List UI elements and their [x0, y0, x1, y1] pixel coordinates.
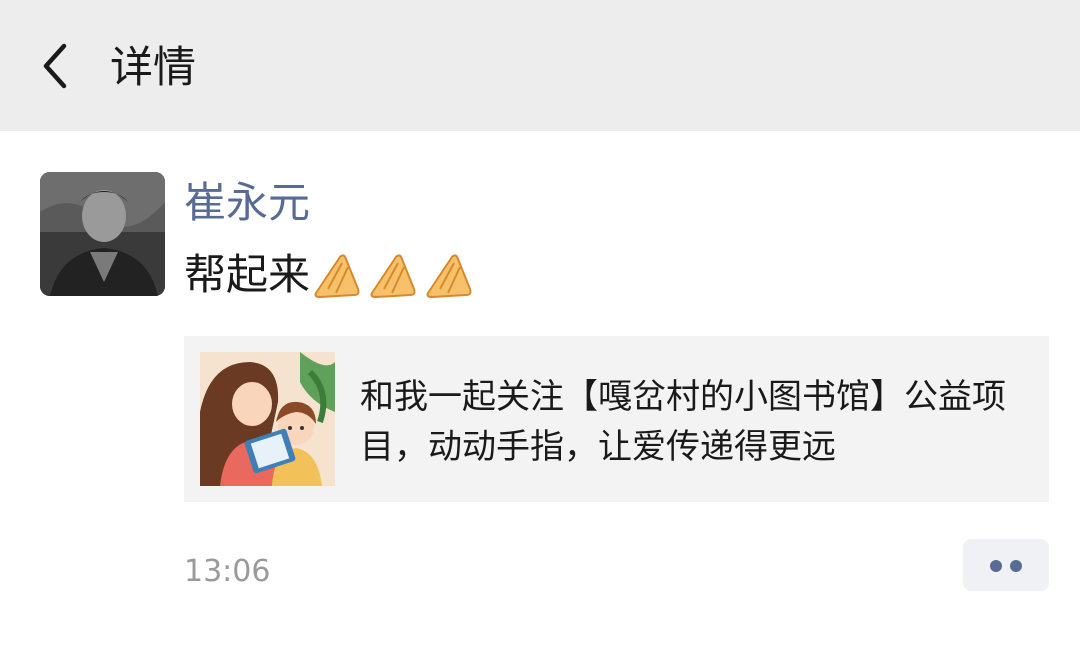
back-button[interactable]: [38, 40, 78, 92]
top-bar: 详情: [0, 0, 1080, 131]
post-text: 帮起来: [184, 248, 478, 302]
card-thumbnail: [200, 352, 335, 486]
folded-hands-icon: [366, 249, 422, 299]
card-title: 和我一起关注【嘎岔村的小图书馆】公益项目，动动手指，让爱传递得更远: [360, 377, 1006, 467]
author-name[interactable]: 崔永元: [184, 178, 310, 228]
more-button[interactable]: [963, 539, 1049, 591]
post-time: 13:06: [184, 554, 271, 589]
folded-hands-icon: [310, 249, 366, 299]
folded-hands-icon: [422, 249, 478, 299]
avatar[interactable]: [40, 172, 165, 296]
post-text-content: 帮起来: [184, 250, 311, 299]
chevron-left-icon: [43, 43, 67, 89]
shared-link-card[interactable]: 和我一起关注【嘎岔村的小图书馆】公益项目，动动手指，让爱传递得更远: [184, 336, 1049, 502]
page-title: 详情: [110, 43, 196, 93]
